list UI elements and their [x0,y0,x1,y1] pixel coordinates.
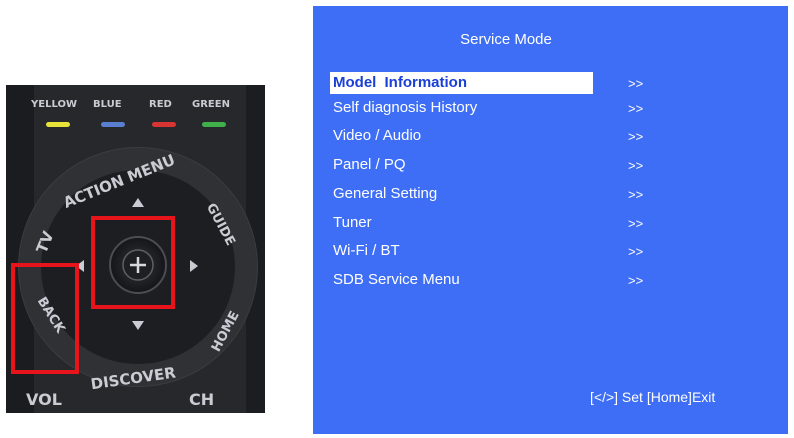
ch-label: CH [189,390,214,409]
menu-item-label: SDB Service Menu [333,271,460,288]
submenu-arrow: >> [628,76,644,91]
menu-footer-hint: [</>] Set [Home]Exit [590,389,716,405]
vol-label: VOL [26,390,62,409]
menu-item-sdb-service-menu[interactable]: SDB Service Menu >> [330,269,770,291]
submenu-arrow: >> [628,244,644,259]
menu-item-label: Video / Audio [333,127,422,144]
submenu-arrow: >> [628,187,644,202]
menu-item-label: Self diagnosis History [333,99,478,116]
menu-item-label: Wi-Fi / BT [333,242,400,259]
yellow-button[interactable] [46,122,70,127]
submenu-arrow: >> [628,158,644,173]
submenu-arrow: >> [628,273,644,288]
menu-item-wifi-bt[interactable]: Wi-Fi / BT >> [330,240,770,262]
menu-item-label: Model Information [330,72,593,94]
submenu-arrow: >> [628,129,644,144]
menu-item-model-information[interactable]: Model Information >> [330,72,770,94]
service-mode-panel: Service Mode Model Information >> Self d… [313,6,788,434]
menu-item-label: Tuner [333,214,372,231]
yellow-label: YELLOW [30,99,77,110]
blue-label: BLUE [93,99,122,110]
remote-control-drawing: YELLOW BLUE RED GREEN ACTION MENU TV GUI… [6,85,265,413]
menu-item-general-setting[interactable]: General Setting >> [330,183,770,205]
submenu-arrow: >> [628,101,644,116]
menu-item-tuner[interactable]: Tuner >> [330,212,770,234]
remote-control-image: YELLOW BLUE RED GREEN ACTION MENU TV GUI… [6,85,265,413]
menu-item-video-audio[interactable]: Video / Audio >> [330,125,770,147]
menu-item-label: Panel / PQ [333,156,406,173]
submenu-arrow: >> [628,216,644,231]
green-label: GREEN [192,99,230,110]
menu-item-panel-pq[interactable]: Panel / PQ >> [330,154,770,176]
menu-title: Service Mode [460,31,552,48]
menu-item-label: General Setting [333,185,438,202]
red-button[interactable] [152,122,176,127]
menu-item-self-diagnosis-history[interactable]: Self diagnosis History >> [330,97,770,119]
green-button[interactable] [202,122,226,127]
red-label: RED [149,99,172,110]
blue-button[interactable] [101,122,125,127]
